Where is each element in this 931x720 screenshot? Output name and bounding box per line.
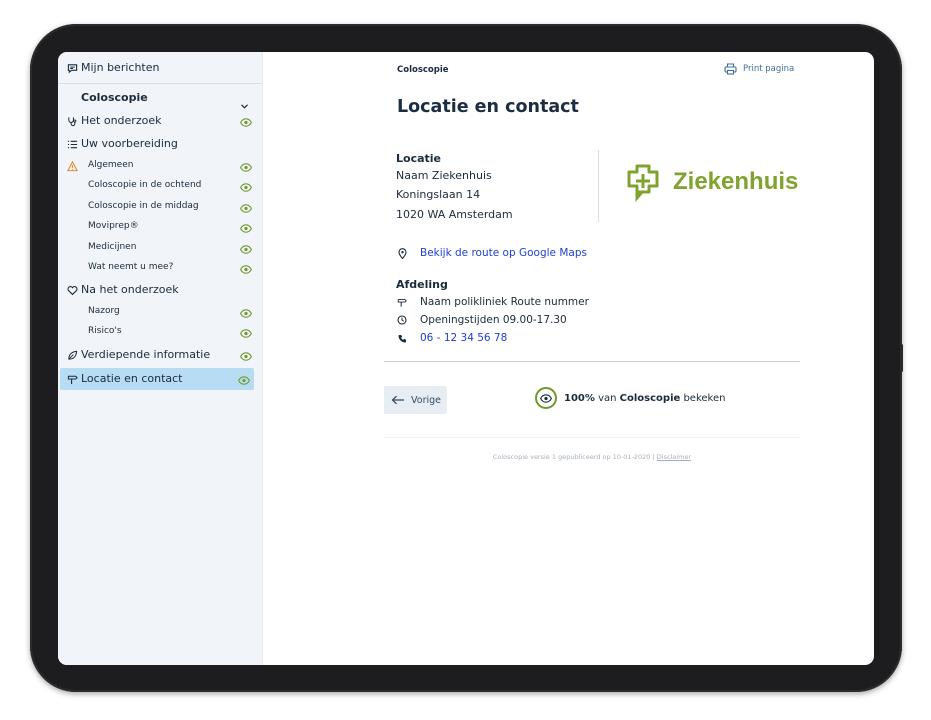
eye-icon [540,393,552,403]
sidebar-item-na-het-onderzoek[interactable]: Na het onderzoek [58,280,262,300]
eye-icon [240,222,252,234]
sidebar-item-ochtend[interactable]: Coloscopie in de ochtend [58,176,262,195]
sidebar-item-label: Algemeen [88,160,134,170]
eye-icon [240,161,252,173]
message-icon [66,62,78,74]
printer-icon [724,63,737,75]
main-content: Coloscopie Print pagina Locatie en conta… [263,52,874,665]
hospital-logo-text: Ziekenhuis [673,168,799,195]
section-divider [384,361,800,362]
sidebar-item-uw-voorbereiding[interactable]: Uw voorbereiding [58,134,262,154]
sidebar-item-locatie-en-contact[interactable]: Locatie en contact [60,368,254,390]
progress-ring [535,387,557,409]
messages-link[interactable]: Mijn berichten [58,52,262,84]
progress-suffix: bekeken [680,392,726,404]
sidebar-item-label: Moviprep® [88,221,139,231]
sidebar-item-label: Risico's [88,326,122,336]
route-link[interactable]: Bekijk de route op Google Maps [397,247,587,259]
eye-icon [238,374,250,386]
sidebar-item-risicos[interactable]: Risico's [58,322,262,341]
breadcrumb: Coloscopie [397,65,449,75]
sidebar-item-label: Verdiepende informatie [81,348,211,361]
eye-icon [240,181,252,193]
location-heading: Locatie [396,152,441,165]
sidebar-item-label: Uw voorbereiding [81,137,178,150]
route-link-label: Bekijk de route op Google Maps [420,247,587,259]
signpost-icon [66,373,78,385]
eye-icon [240,350,252,362]
section-title: Coloscopie [81,91,148,104]
sidebar-item-het-onderzoek[interactable]: Het onderzoek [58,111,262,131]
sidebar-item-medicijnen[interactable]: Medicijnen [58,238,262,257]
hospital-logo: Ziekenhuis [623,162,798,202]
heart-icon [66,284,78,296]
hospital-logo-icon [623,162,663,202]
clinic-name: Naam polikliniek Route nummer [420,296,589,308]
eye-icon [240,243,252,255]
progress-subject: Coloscopie [619,392,681,404]
hours-row: Openingstijden 09.00-17.30 [397,314,567,326]
sidebar-item-algemeen[interactable]: Algemeen [58,156,262,175]
hospital-city: 1020 WA Amsterdam [396,208,513,221]
hospital-name: Naam Ziekenhuis [396,169,492,182]
sidebar-item-label: Coloscopie in de ochtend [88,180,202,190]
sidebar-item-label: Locatie en contact [81,372,183,385]
progress-mid: van [594,392,620,404]
screen: Mijn berichten Coloscopie Het onderzoek … [58,52,874,665]
previous-label: Vorige [411,394,441,406]
footer-divider [384,437,800,438]
progress-percent: 100% [564,392,595,404]
warning-icon [66,160,78,172]
sidebar-item-label: Na het onderzoek [81,283,179,296]
phone-icon [397,333,407,343]
eye-icon [240,202,252,214]
sidebar-item-wat-neemt-u-mee[interactable]: Wat neemt u mee? [58,258,262,277]
clock-icon [397,315,407,325]
eye-icon [240,307,252,319]
sidebar-item-label: Medicijnen [88,242,137,252]
progress-indicator: 100% van Coloscopie bekeken [535,387,725,409]
clinic-row: Naam polikliniek Route nummer [397,296,589,308]
map-pin-icon [397,247,407,259]
sidebar-item-moviprep[interactable]: Moviprep® [58,217,262,236]
eye-icon [240,327,252,339]
progress-text: 100% van Coloscopie bekeken [564,393,725,404]
footer: Coloscopie versie 1 gepubliceerd op 10-0… [384,453,800,461]
signpost-icon [397,297,407,307]
sidebar-item-verdiepende-informatie[interactable]: Verdiepende informatie [58,345,262,365]
stethoscope-icon [66,115,78,127]
phone-link[interactable]: 06 - 12 34 56 78 [397,332,507,344]
eye-icon [240,263,252,275]
print-button[interactable]: Print pagina [724,63,794,75]
leaf-icon [66,349,78,361]
print-label: Print pagina [743,64,795,74]
previous-button[interactable]: Vorige [384,386,447,414]
sidebar-item-middag[interactable]: Coloscopie in de middag [58,197,262,216]
sidebar-item-nazorg[interactable]: Nazorg [58,302,262,321]
sidebar-item-label: Wat neemt u mee? [88,262,174,272]
sidebar-item-label: Nazorg [88,306,120,316]
section-toggle[interactable]: Coloscopie [58,88,262,109]
tablet-side-button [900,344,903,372]
hospital-street: Koningslaan 14 [396,188,481,201]
disclaimer-link[interactable]: Disclaimer [657,453,691,461]
footer-text: Coloscopie versie 1 gepubliceerd op 10-0… [492,453,657,461]
sidebar-item-label: Het onderzoek [81,114,162,127]
opening-hours: Openingstijden 09.00-17.30 [420,314,567,326]
list-icon [66,138,78,150]
phone-number: 06 - 12 34 56 78 [420,332,508,344]
vertical-divider [598,150,599,222]
messages-label: Mijn berichten [81,61,160,74]
sidebar-item-label: Coloscopie in de middag [88,201,199,211]
sidebar: Mijn berichten Coloscopie Het onderzoek … [58,52,263,665]
eye-icon [240,116,252,128]
department-heading: Afdeling [396,278,448,291]
page-title: Locatie en contact [397,97,579,117]
arrow-left-icon [391,395,405,405]
